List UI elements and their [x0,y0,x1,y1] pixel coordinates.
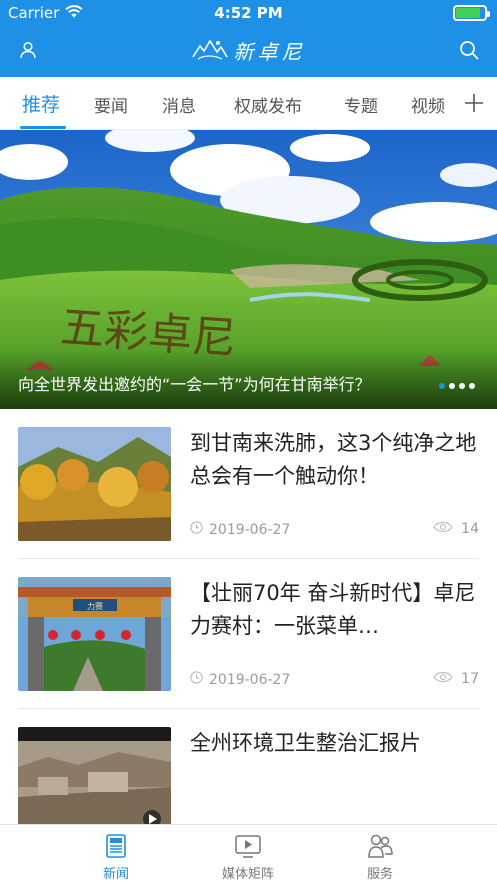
carousel-dot[interactable] [459,383,465,389]
nav-bar: 新卓尼 [0,26,497,77]
news-views-group: 14 [433,521,479,537]
battery-icon [453,5,490,21]
bottom-nav: 新闻 媒体矩阵 服务 [0,824,497,883]
news-list: 到甘南来洗肺，这3个纯净之地总会有一个触动你！ 2019-06-27 14 力赛… [0,409,497,824]
plus-icon[interactable] [451,77,497,129]
status-time: 4:52 PM [214,4,283,22]
news-title: 全州环境卫生整治汇报片 [190,731,421,755]
news-date: 2019-06-27 [209,671,291,688]
news-meta: 2019-06-27 14 [190,521,479,541]
news-views: 17 [461,671,479,687]
news-views-group: 17 [433,671,479,687]
search-icon[interactable] [457,38,481,62]
hero-caption[interactable]: 向全世界发出邀约的“一会一节”为何在甘南举行？ [18,371,371,395]
tab-messages[interactable]: 消息 [162,92,196,117]
eye-icon [433,671,453,687]
status-bar: Carrier 4:52 PM [0,0,497,26]
eye-icon [433,521,453,537]
hero-carousel[interactable]: 五彩卓尼 向全世界发出邀约的“一会一节”为何在甘南举行？ [0,130,497,409]
channel-tabs: 推荐 要闻 消息 权威发布 专题 视频 [0,77,497,130]
sign-text: 力赛 [87,601,103,611]
carousel-dot[interactable] [469,383,475,389]
carousel-indicator [439,383,475,389]
bottom-nav-label: 新闻 [102,867,129,882]
news-title: 到甘南来洗肺，这3个纯净之地总会有一个触动你！ [190,431,477,488]
news-date-group: 2019-06-27 [190,521,290,538]
app-header: Carrier 4:52 PM 新卓尼 [0,0,497,77]
active-tab-indicator [20,126,66,129]
bottom-nav-news[interactable]: 新闻 [66,833,166,882]
app-title: 新卓尼 [233,40,306,64]
hero-caption-bar: 向全世界发出邀约的“一会一节”为何在甘南举行？ [0,349,497,409]
service-icon [330,833,430,859]
news-date-group: 2019-06-27 [190,671,290,688]
bottom-nav-service[interactable]: 服务 [330,833,430,882]
news-title: 【壮丽70年 奋斗新时代】卓尼力赛村：一张菜单… [190,581,476,638]
tab-video[interactable]: 视频 [411,92,445,117]
news-thumbnail [18,727,171,824]
news-icon [66,833,166,859]
news-item[interactable]: 到甘南来洗肺，这3个纯净之地总会有一个触动你！ 2019-06-27 14 [18,409,479,559]
video-icon [198,833,298,859]
news-views: 14 [461,521,479,537]
tab-headlines[interactable]: 要闻 [94,92,128,117]
tab-recommend[interactable]: 推荐 [22,90,60,117]
bottom-nav-label: 服务 [366,867,393,882]
news-thumbnail: 力赛 [18,577,171,691]
brand-logo-icon [191,37,228,65]
app-brand: 新卓尼 [0,36,497,65]
tab-topics[interactable]: 专题 [344,92,378,117]
news-meta: 2019-06-27 17 [190,671,479,691]
bottom-nav-label: 媒体矩阵 [221,867,274,882]
news-thumbnail [18,427,171,541]
carousel-dot-active[interactable] [439,383,445,389]
clock-icon [190,671,203,688]
battery-level-fill [456,8,480,18]
tab-official-releases[interactable]: 权威发布 [234,92,302,117]
bottom-nav-media[interactable]: 媒体矩阵 [198,833,298,882]
clock-icon [190,521,203,538]
news-date: 2019-06-27 [209,521,291,538]
carousel-dot[interactable] [449,383,455,389]
news-item[interactable]: 力赛 【壮丽70年 奋斗新时代】卓尼力赛村：一张菜单… 2019-06-27 1… [18,559,479,709]
news-item[interactable]: 全州环境卫生整治汇报片 [18,709,479,824]
